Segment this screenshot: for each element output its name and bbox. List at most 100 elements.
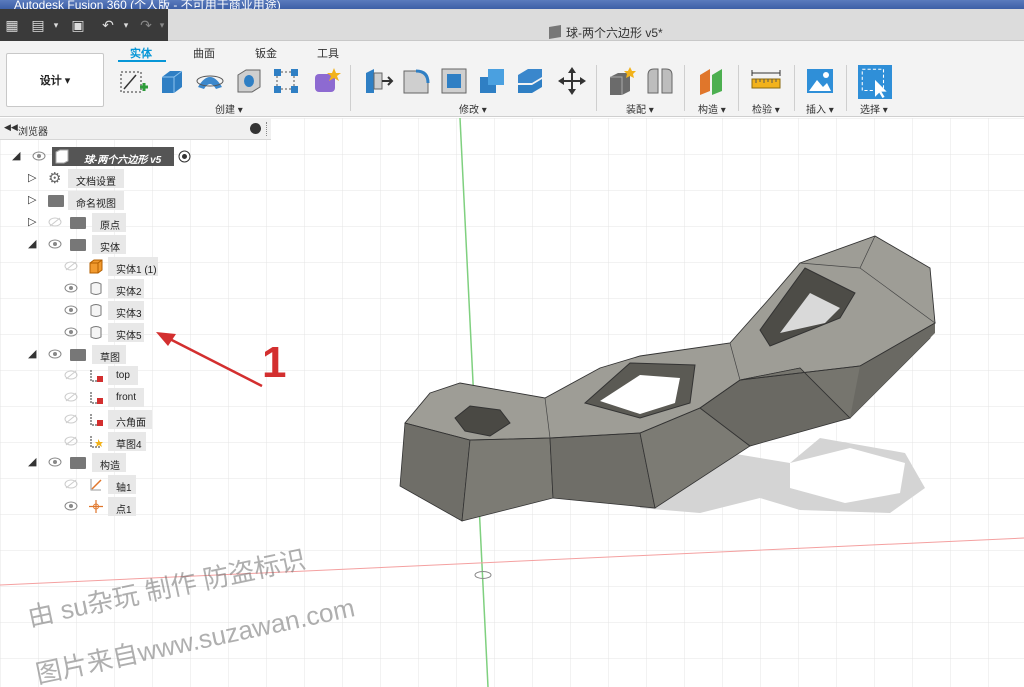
select-icon[interactable] [858,65,892,99]
node-label: 点1 [116,505,132,516]
node-label: 命名视图 [76,199,116,210]
redo-icon[interactable]: ↷ [138,17,154,33]
node-label: 原点 [100,221,120,232]
folder-icon [70,239,86,251]
measure-icon[interactable] [750,65,782,97]
expand-arrow-icon[interactable]: ◢ [28,456,40,468]
browser-node-sketch4[interactable]: 草图4 [0,432,200,452]
browser-node-document-settings[interactable]: ▷ ⚙ 文档设置 [0,169,200,189]
offset-plane-icon[interactable] [696,65,728,97]
eye-hidden-icon[interactable] [64,479,78,489]
expand-arrow-icon[interactable]: ◢ [12,150,24,162]
modify-group-label[interactable]: 修改 ▾ [459,101,487,116]
create-form-icon[interactable] [310,65,342,97]
fillet-icon[interactable] [400,65,432,97]
create-sketch-icon[interactable] [118,65,150,97]
browser-node-axis1[interactable]: 轴1 [0,475,200,495]
eye-hidden-icon[interactable] [48,217,62,227]
hole-icon[interactable] [232,65,264,97]
insert-image-icon[interactable] [804,65,836,97]
eye-icon[interactable] [48,349,62,359]
toolbar-separator [350,65,351,111]
window-title-bar: Autodesk Fusion 360 (个人版 - 不可用于商业用途) [0,0,1024,9]
toolbar-separator [794,65,795,111]
assemble-group-label[interactable]: 装配 ▾ [626,101,654,116]
sketch-icon [90,414,103,426]
file-icon[interactable]: ▤ [30,17,46,33]
split-body-icon[interactable] [514,65,546,97]
move-icon[interactable] [556,65,588,97]
eye-hidden-icon[interactable] [64,436,78,446]
new-component-icon[interactable] [606,65,638,97]
collapsed-arrow-icon[interactable]: ▷ [28,216,40,228]
chevron-down-icon[interactable]: ▾ [48,17,64,33]
root-label: 球-两个六边形 v5 [84,155,162,166]
eye-icon[interactable] [48,239,62,249]
eye-icon[interactable] [64,283,78,293]
create-group-label[interactable]: 创建 ▾ [215,101,243,116]
tab-surface[interactable]: 曲面 [193,45,215,61]
eye-hidden-icon[interactable] [64,414,78,424]
browser-root-node[interactable]: ◢ 球-两个六边形 v5 [0,147,200,167]
construct-group-label[interactable]: 构造 ▾ [698,101,726,116]
revolve-icon[interactable] [194,65,226,97]
node-label: 文档设置 [76,177,116,188]
node-label: 实体3 [116,309,142,320]
activate-radio-icon[interactable] [178,150,191,163]
node-label: 实体1 (1) [116,265,157,276]
folder-icon [70,217,86,229]
press-pull-icon[interactable] [362,65,394,97]
browser-node-sketch-hex[interactable]: 六角面 [0,410,200,430]
annotation-number: 1 [262,338,287,387]
extrude-icon[interactable] [156,65,188,97]
eye-icon[interactable] [64,305,78,315]
collapsed-arrow-icon[interactable]: ▷ [28,194,40,206]
pattern-icon[interactable] [270,65,302,97]
collapse-panel-icon[interactable]: ◀◀ [4,122,18,133]
browser-node-sketch-top[interactable]: top [0,366,200,386]
redo-dropdown-icon[interactable]: ▾ [154,17,170,33]
toolbar-separator [738,65,739,111]
tab-tools[interactable]: 工具 [317,45,339,61]
browser-node-sketch-front[interactable]: front [0,388,200,408]
browser-node-body3[interactable]: 实体3 [0,301,200,321]
expand-arrow-icon[interactable]: ◢ [28,238,40,250]
folder-icon [70,457,86,469]
save-icon[interactable]: ▣ [70,17,86,33]
browser-node-point1[interactable]: 点1 [0,497,200,517]
joint-icon[interactable] [644,65,676,97]
grid-menu-icon[interactable]: ▦ [4,17,20,33]
browser-node-origin[interactable]: ▷ 原点 [0,213,200,233]
browser-node-body5[interactable]: 实体5 [0,323,200,343]
ribbon-toolbar: 设计 ▾ 实体 曲面 钣金 工具 创建 ▾ 修改 ▾ 装配 ▾ 构造 ▾ 检验 … [0,41,1024,117]
eye-hidden-icon[interactable] [64,392,78,402]
eye-icon[interactable] [64,501,78,511]
browser-minimize-icon[interactable] [250,123,261,134]
panel-grip-icon[interactable] [266,122,268,136]
browser-node-bodies[interactable]: ◢ 实体 [0,235,200,255]
browser-node-named-views[interactable]: ▷ 命名视图 [0,191,200,211]
undo-dropdown-icon[interactable]: ▾ [118,17,134,33]
eye-icon[interactable] [48,457,62,467]
browser-node-body1[interactable]: 实体1 (1) [0,257,200,277]
expand-arrow-icon[interactable]: ◢ [28,348,40,360]
eye-icon[interactable] [32,151,46,161]
eye-hidden-icon[interactable] [64,261,78,271]
tab-sheet-metal[interactable]: 钣金 [255,45,277,61]
insert-group-label[interactable]: 插入 ▾ [806,101,834,116]
undo-icon[interactable]: ↶ [100,17,116,33]
browser-node-sketches[interactable]: ◢ 草图 [0,345,200,365]
eye-icon[interactable] [64,327,78,337]
eye-hidden-icon[interactable] [64,370,78,380]
shell-icon[interactable] [438,65,470,97]
browser-node-construction[interactable]: ◢ 构造 [0,453,200,473]
collapsed-arrow-icon[interactable]: ▷ [28,172,40,184]
node-label: 轴1 [116,483,132,494]
inspect-group-label[interactable]: 检验 ▾ [752,101,780,116]
browser-node-body2[interactable]: 实体2 [0,279,200,299]
tab-solid[interactable]: 实体 [130,45,152,61]
workspace-switcher[interactable]: 设计 ▾ [6,53,104,107]
node-label: 实体 [100,243,120,254]
combine-icon[interactable] [476,65,508,97]
select-group-label[interactable]: 选择 ▾ [860,101,888,116]
